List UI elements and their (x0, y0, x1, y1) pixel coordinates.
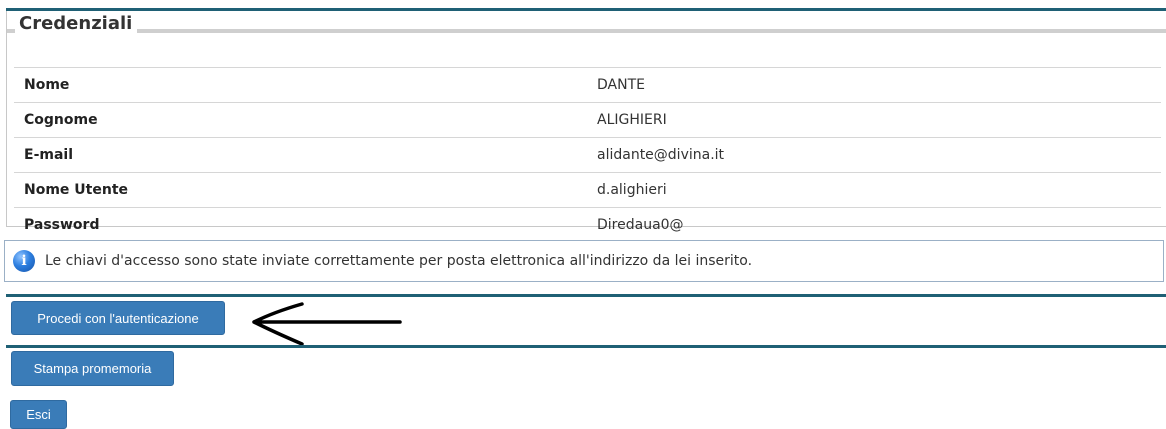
arrow-annotation-icon (252, 302, 402, 346)
credentials-table: Nome DANTE Cognome ALIGHIERI E-mail alid… (14, 67, 1161, 242)
row-value-cognome: ALIGHIERI (597, 102, 1161, 138)
info-icon: i (13, 250, 35, 272)
print-reminder-button[interactable]: Stampa promemoria (11, 351, 174, 386)
row-label-password: Password (14, 207, 597, 242)
table-row: Cognome ALIGHIERI (14, 102, 1161, 138)
row-value-nome: DANTE (597, 67, 1161, 103)
row-value-password: Diredaua0@ (597, 207, 1161, 242)
row-label-nome: Nome (14, 67, 597, 103)
table-row: Password Diredaua0@ (14, 207, 1161, 242)
info-message: Le chiavi d'accesso sono state inviate c… (45, 253, 753, 269)
section-title: Credenziali (19, 13, 133, 34)
row-value-username: d.alighieri (597, 172, 1161, 208)
legend-line-left (7, 29, 15, 33)
proceed-authentication-button[interactable]: Procedi con l'autenticazione (11, 301, 225, 335)
row-value-email: alidante@divina.it (597, 137, 1161, 173)
exit-button[interactable]: Esci (10, 400, 67, 429)
legend-line-right (137, 29, 1166, 33)
row-label-email: E-mail (14, 137, 597, 173)
row-label-cognome: Cognome (14, 102, 597, 138)
table-row: Nome Utente d.alighieri (14, 172, 1161, 208)
credentials-fieldset: Credenziali Nome DANTE Cognome ALIGHIERI… (6, 11, 1166, 242)
divider-below-proceed (6, 345, 1166, 348)
info-message-box: i Le chiavi d'accesso sono state inviate… (4, 240, 1164, 282)
table-row: E-mail alidante@divina.it (14, 137, 1161, 173)
table-row: Nome DANTE (14, 67, 1161, 103)
row-label-username: Nome Utente (14, 172, 597, 208)
divider-above-proceed (6, 294, 1166, 297)
